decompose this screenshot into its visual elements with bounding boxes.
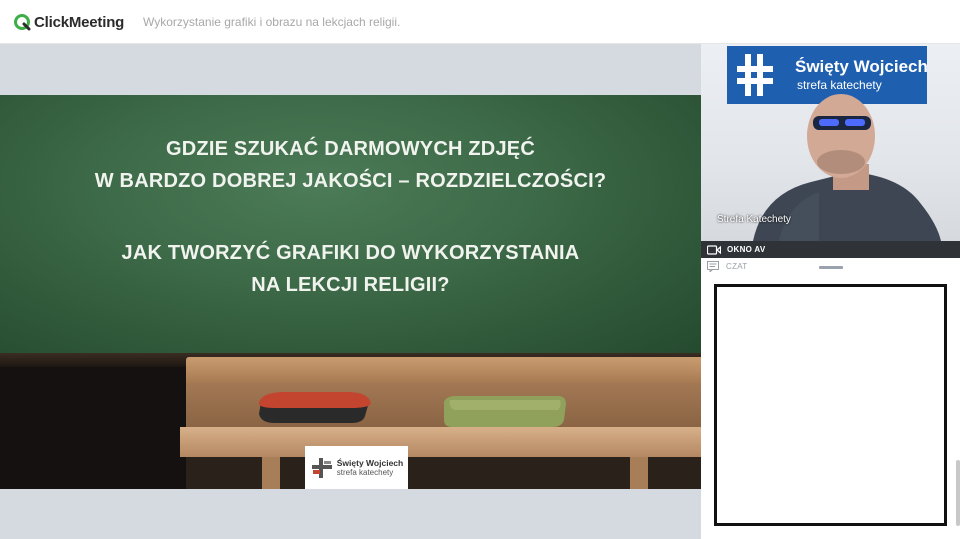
side-panel: Święty Wojciech strefa katechety Strefa … xyxy=(701,44,960,539)
chat-label: CZAT xyxy=(726,262,748,271)
presentation-slide: GDZIE SZUKAĆ DARMOWYCH ZDJĘĆ W BARDZO DO… xyxy=(0,95,701,489)
panel-resize-handle[interactable] xyxy=(819,266,843,269)
slide-question-1: GDZIE SZUKAĆ DARMOWYCH ZDJĘĆ W BARDZO DO… xyxy=(0,133,701,197)
red-eraser xyxy=(258,392,371,423)
presentation-area: GDZIE SZUKAĆ DARMOWYCH ZDJĘĆ W BARDZO DO… xyxy=(0,44,701,539)
green-sponge xyxy=(444,396,566,427)
slide-question-2-line-2: NA LEKCJI RELIGII? xyxy=(251,274,450,296)
camera-icon xyxy=(707,244,721,255)
video-scene: Święty Wojciech strefa katechety xyxy=(727,46,941,241)
clickmeeting-logo[interactable]: ClickMeeting xyxy=(13,12,124,32)
chat-header[interactable]: CZAT xyxy=(701,258,960,276)
meeting-title: Wykorzystanie grafiki i obrazu na lekcja… xyxy=(143,15,401,29)
slide-logo-name: Święty Wojciech xyxy=(336,457,404,468)
slide-question-1-line-1: GDZIE SZUKAĆ DARMOWYCH ZDJĘĆ xyxy=(166,138,535,160)
chat-icon xyxy=(707,261,719,272)
slide-logo-subtitle: strefa katechety xyxy=(336,467,394,477)
presenter-video[interactable]: Święty Wojciech strefa katechety Strefa … xyxy=(701,44,960,241)
dark-wall xyxy=(0,367,186,489)
chalk-ledge xyxy=(186,357,701,383)
shelf-leg-left xyxy=(262,457,280,489)
clickmeeting-logo-icon xyxy=(14,14,31,31)
slide-brand-logo: Święty Wojciech strefa katechety xyxy=(305,446,408,489)
banner-subtitle: strefa katechety xyxy=(797,78,882,92)
av-window-label: OKNO AV xyxy=(727,245,766,254)
top-bar: ClickMeeting Wykorzystanie grafiki i obr… xyxy=(0,0,960,44)
participant-name: Strefa Katechety xyxy=(717,214,791,225)
slide-question-2: JAK TWORZYĆ GRAFIKI DO WYKORZYSTANIA NA … xyxy=(0,237,701,301)
slide-question-1-line-2: W BARDZO DOBREJ JAKOŚCI – ROZDZIELCZOŚCI… xyxy=(94,170,607,192)
banner-name: Święty Wojciech xyxy=(795,57,928,76)
shelf-leg-right xyxy=(630,457,648,489)
chat-scrollbar[interactable] xyxy=(956,460,960,526)
shelf-edge xyxy=(180,427,701,457)
av-window-bar[interactable]: OKNO AV xyxy=(701,241,960,258)
slide-question-2-line-1: JAK TWORZYĆ GRAFIKI DO WYKORZYSTANIA xyxy=(121,242,580,264)
swiety-wojciech-cross-icon xyxy=(311,457,332,478)
chat-window[interactable] xyxy=(714,284,947,526)
app-name: ClickMeeting xyxy=(34,13,125,31)
